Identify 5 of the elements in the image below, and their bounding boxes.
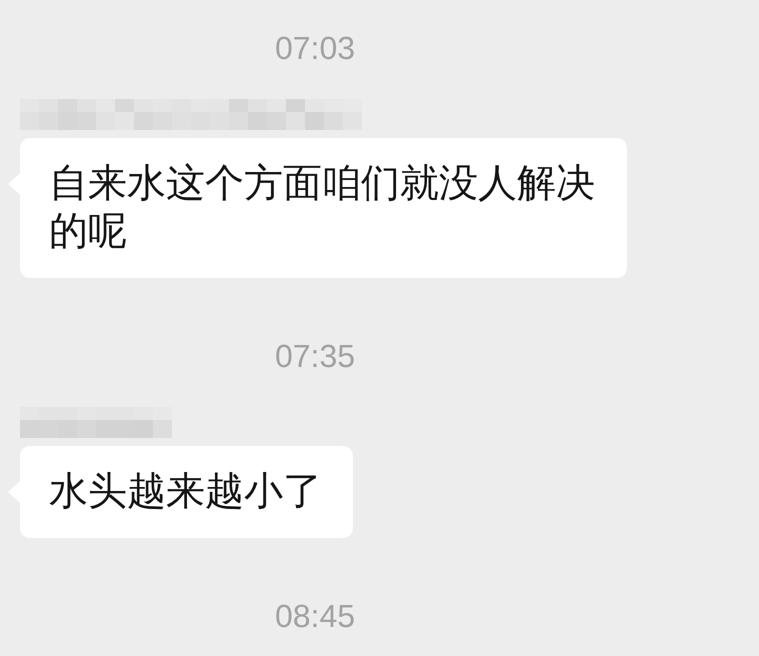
message-text: 水头越来越小了	[49, 468, 322, 516]
timestamp: 07:35	[274, 337, 356, 376]
message-text: 自来水这个方面咱们就没人解决的呢	[49, 160, 596, 256]
timestamp: 08:45	[274, 597, 356, 636]
timestamp: 07:03	[274, 29, 356, 68]
